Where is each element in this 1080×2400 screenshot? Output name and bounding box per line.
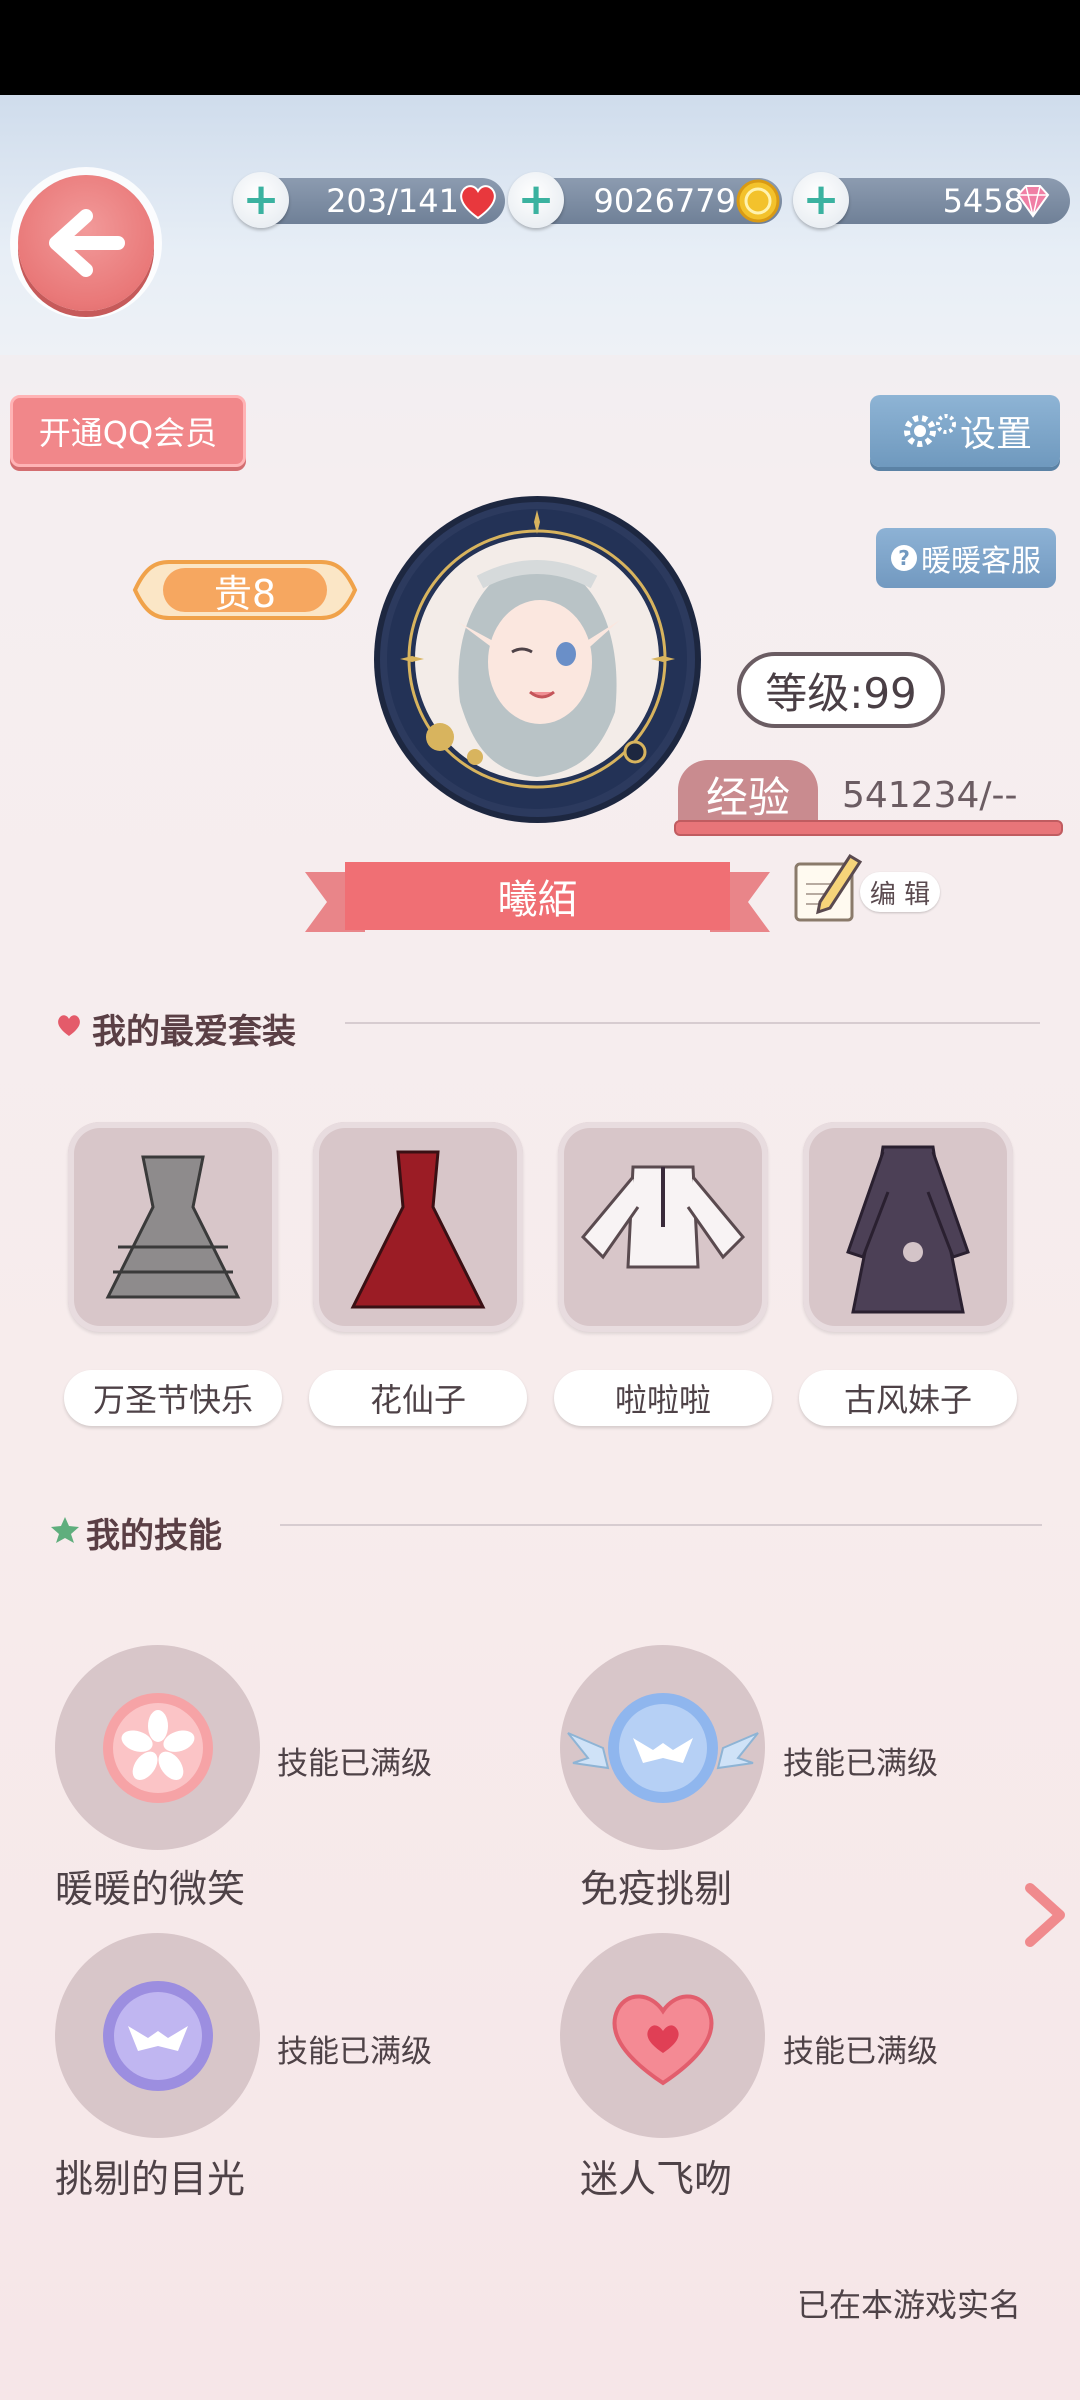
outfit-name: 古风妹子: [799, 1370, 1017, 1426]
skill-icon-frame[interactable]: [55, 1645, 260, 1850]
coins-value: 9026779: [593, 182, 736, 220]
customer-service-label: 暖暖客服: [921, 544, 1041, 579]
arrow-left-icon: [49, 209, 125, 277]
player-name: 曦絔: [497, 877, 578, 923]
edit-label[interactable]: 编 辑: [860, 872, 940, 912]
exp-label: 经验: [678, 760, 818, 828]
skill-name: 暖暖的微笑: [55, 1867, 246, 1911]
heart-bullet-icon: [58, 1015, 80, 1036]
heart-icon: [612, 1994, 713, 2085]
hearts-value: 203/141: [326, 182, 459, 220]
skills-title: 我的技能: [86, 1516, 222, 1556]
plus-icon: +: [517, 174, 555, 225]
exp-progress-bar: [674, 820, 1063, 836]
heart-icon: [460, 185, 496, 220]
plus-icon: +: [802, 174, 840, 225]
skill-status: 技能已满级: [277, 1746, 432, 1782]
red-gown-icon: [350, 1150, 486, 1309]
level-display: 等级:99: [737, 652, 945, 728]
realname-status: 已在本游戏实名: [797, 2286, 1022, 2324]
avatar-portrait: [387, 509, 687, 809]
outfit-card[interactable]: [558, 1122, 768, 1332]
help-icon: ?: [891, 545, 917, 571]
skill-status: 技能已满级: [783, 1746, 938, 1782]
add-hearts-button[interactable]: +: [233, 172, 289, 228]
outfit-card[interactable]: [803, 1122, 1013, 1332]
outfit-name: 啦啦啦: [554, 1370, 772, 1426]
star-bullet-icon: [51, 1517, 79, 1543]
skill-status: 技能已满级: [783, 2034, 938, 2070]
level-value: 等级:99: [765, 668, 917, 718]
skill-icon-frame[interactable]: [560, 1645, 765, 1850]
hanfu-robe-icon: [846, 1145, 970, 1314]
skill-status: 技能已满级: [277, 2034, 432, 2070]
skill-name: 免疫挑剔: [580, 1867, 733, 1911]
exp-value: 541234/--: [842, 775, 1018, 816]
coin-icon: [736, 179, 780, 223]
diamond-icon: [1016, 185, 1050, 218]
customer-service-button[interactable]: ? 暖暖客服: [876, 528, 1056, 588]
skill-icon-frame[interactable]: [560, 1933, 765, 2138]
chevron-right-icon[interactable]: [1020, 1880, 1070, 1950]
noble-badge: 贵8: [125, 548, 365, 632]
outfit-name: 万圣节快乐: [64, 1370, 282, 1426]
status-bar: [0, 0, 1080, 95]
gothic-dress-icon: [105, 1155, 241, 1299]
sakura-icon: [102, 1692, 213, 1803]
outfit-card[interactable]: [68, 1122, 278, 1332]
outfit-card[interactable]: [313, 1122, 523, 1332]
gear-icon: [903, 414, 956, 447]
add-diamonds-button[interactable]: +: [793, 172, 849, 228]
mask-icon: [102, 1980, 213, 2091]
white-blouse-icon: [580, 1165, 746, 1269]
back-button[interactable]: [18, 175, 154, 311]
favorites-title: 我的最爱套装: [92, 1012, 296, 1052]
skill-name: 迷人飞吻: [580, 2157, 733, 2201]
noble-level: 贵8: [213, 571, 277, 616]
qq-vip-button[interactable]: 开通QQ会员: [10, 395, 246, 467]
winged-mask-icon: [566, 1692, 759, 1803]
qq-vip-label: 开通QQ会员: [38, 414, 218, 452]
settings-button[interactable]: 设置: [870, 395, 1060, 467]
skills-divider: [280, 1524, 1042, 1526]
avatar[interactable]: [380, 502, 695, 817]
skill-icon-frame[interactable]: [55, 1933, 260, 2138]
exp-label-text: 经验: [705, 772, 790, 822]
skill-name: 挑剔的目光: [55, 2157, 246, 2201]
settings-label: 设置: [959, 414, 1032, 455]
outfit-name: 花仙子: [309, 1370, 527, 1426]
pencil-note-icon: [794, 853, 863, 922]
add-coins-button[interactable]: +: [508, 172, 564, 228]
favorites-divider: [345, 1022, 1040, 1024]
plus-icon: +: [242, 174, 280, 225]
